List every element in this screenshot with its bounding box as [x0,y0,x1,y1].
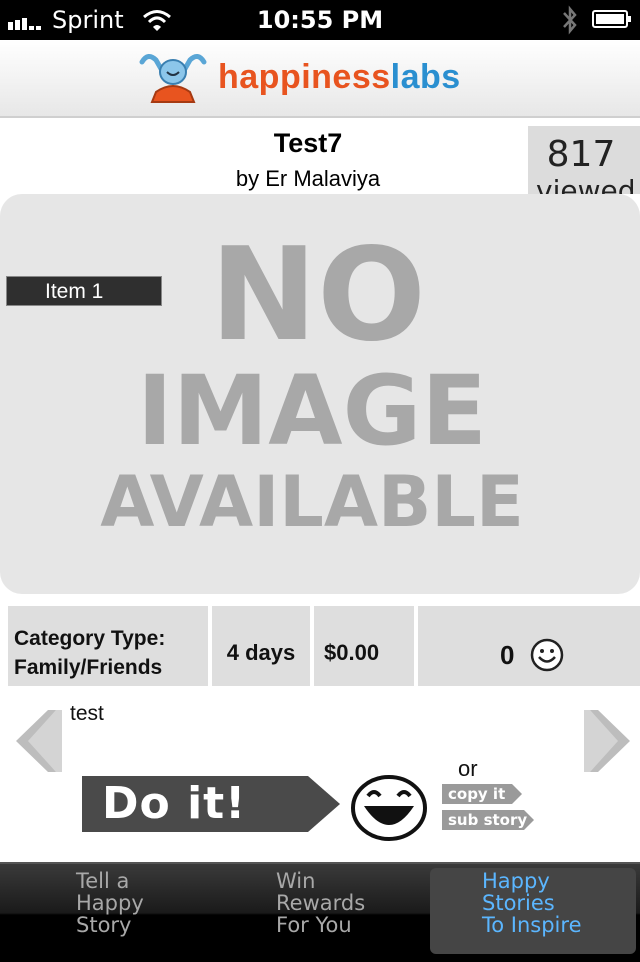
app-header: happinesslabs [0,40,640,118]
view-count-badge: 817 viewed [528,126,640,194]
smiley-icon[interactable] [530,638,564,672]
no-image-line-2: IMAGE [137,355,487,467]
duration-cell: 4 days [212,606,310,686]
status-time: 10:55 PM [256,6,384,34]
brand-name: happinesslabs [218,58,461,97]
or-label: or [458,756,478,781]
brand-name-part1: happiness [218,58,391,96]
sub-story-button[interactable]: sub story [442,810,534,830]
tab-win-rewards[interactable]: Win Rewards For You [276,870,365,936]
likes-cell[interactable]: 0 [418,606,640,686]
battery-icon [592,10,631,28]
tab-bar: Tell a Happy Story Win Rewards For You H… [0,862,640,962]
copy-it-button[interactable]: copy it [442,784,524,804]
view-count: 817 [546,134,616,175]
bluetooth-icon [563,5,577,35]
sub-story-label: sub story [448,811,528,829]
category-info: Category Type: Family/Friends [14,624,165,682]
tab-tell-a-happy-story[interactable]: Tell a Happy Story [76,870,144,936]
price-value: $0.00 [324,640,380,665]
do-it-label: Do it! [102,778,247,829]
duration-value: 4 days [226,640,296,665]
story-image[interactable]: Item 1 NO IMAGE AVAILABLE [0,194,640,594]
next-arrow-icon[interactable] [584,708,630,774]
category-cell: Category Type: Family/Friends [8,606,208,686]
laughing-smiley-icon [351,775,427,841]
happiness-labs-logo [139,54,207,103]
previous-arrow-icon[interactable] [16,708,62,774]
image-item-label: Item 1 [6,276,162,306]
price-cell: $0.00 [314,606,414,686]
tab-happy-stories[interactable]: Happy Stories To Inspire [482,870,581,936]
status-bar: Sprint 10:55 PM [0,0,640,40]
story-title: Test7 [273,128,343,158]
story-author: by Er Malaviya [235,166,381,191]
likes-count: 0 [500,640,515,670]
no-image-line-3: AVAILABLE [100,461,524,543]
category-value: Family/Friends [14,656,163,679]
no-image-line-1: NO [210,221,426,370]
no-image-placeholder: NO IMAGE AVAILABLE [100,221,524,543]
category-label: Category Type: [14,627,166,650]
story-text: test [70,702,104,725]
brand-name-part2: labs [390,58,461,96]
view-count-label: viewed [536,174,636,194]
copy-it-label: copy it [448,785,506,803]
